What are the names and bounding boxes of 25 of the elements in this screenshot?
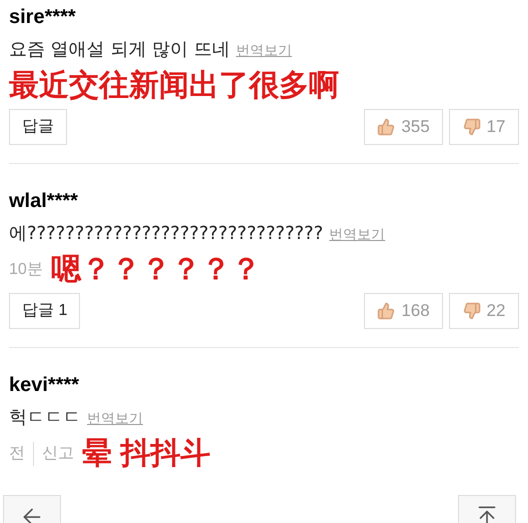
comment-text: 에??????????????????????????????? (9, 222, 324, 246)
thumbs-down-icon (462, 118, 481, 136)
username: kevi**** (9, 373, 80, 398)
comment-text: 헉ㄷㄷㄷ (9, 406, 81, 430)
like-button[interactable]: 168 (364, 293, 443, 329)
reply-button[interactable]: 답글 (9, 109, 67, 145)
dislike-button[interactable]: 22 (449, 293, 519, 329)
translate-link[interactable]: 번역보기 (329, 224, 386, 245)
caption-overlay: 嗯？？？？？？ (50, 255, 261, 285)
reply-button[interactable]: 답글 1 (9, 293, 80, 329)
thumbs-up-icon (377, 118, 396, 136)
thumbs-down-icon (462, 302, 481, 320)
comment-text: 요즘 열애설 되게 많이 뜨네 (9, 38, 230, 62)
caption-overlay: 晕 抖抖斗 (82, 439, 210, 469)
caption-overlay: 最近交往新闻出了很多啊 (9, 71, 339, 101)
timestamp: 10분 (9, 260, 43, 280)
translate-link[interactable]: 번역보기 (87, 408, 143, 429)
username: wlal**** (9, 189, 79, 214)
username: sire**** (9, 5, 77, 30)
like-button[interactable]: 355 (364, 109, 443, 145)
translate-link[interactable]: 번역보기 (236, 40, 292, 61)
report-link[interactable]: 신고 (33, 442, 74, 466)
timestamp: 전 (9, 444, 25, 464)
thumbs-up-icon (377, 302, 396, 320)
dislike-button[interactable]: 17 (449, 109, 519, 145)
